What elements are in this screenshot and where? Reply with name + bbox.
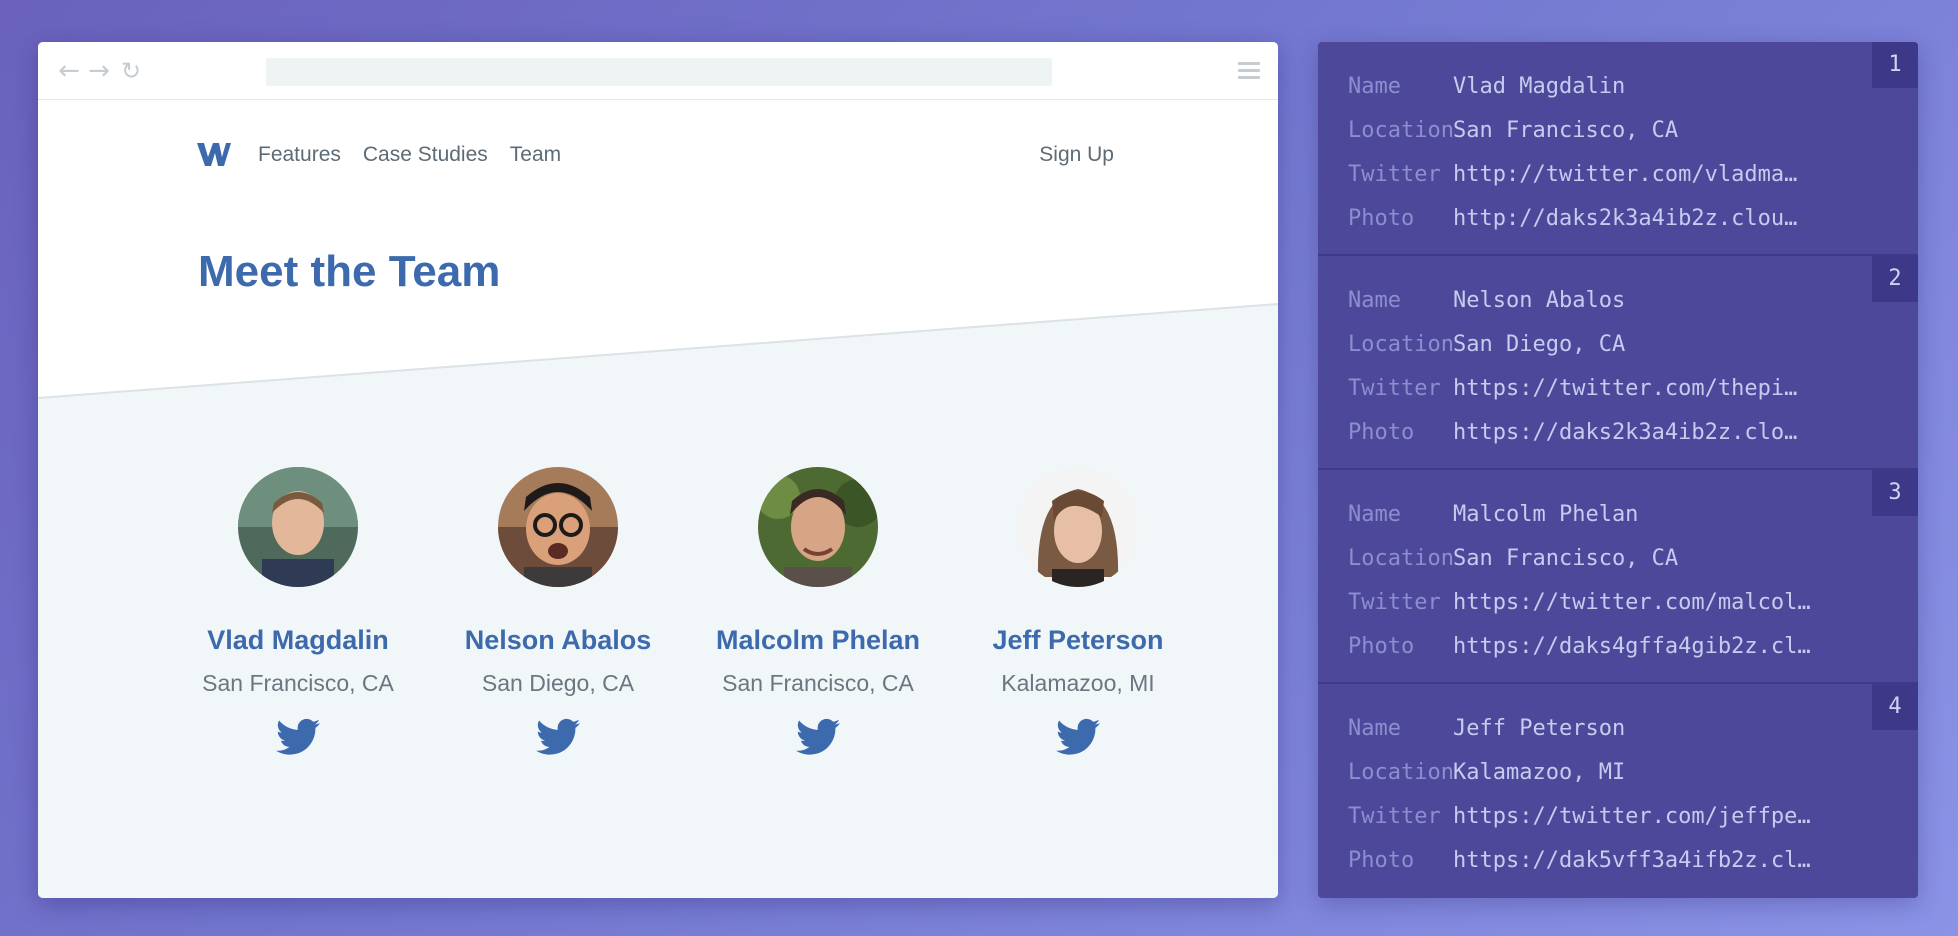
field-value: San Francisco, CA: [1453, 117, 1679, 143]
data-records-panel: 1 Name Vlad Magdalin Location San Franci…: [1318, 42, 1918, 898]
field-value: Nelson Abalos: [1453, 287, 1626, 313]
field-row: Twitter https://twitter.com/jeffpe…: [1318, 794, 1918, 838]
team-member-card: Vlad Magdalin San Francisco, CA: [168, 467, 428, 757]
record-1[interactable]: 1 Name Vlad Magdalin Location San Franci…: [1318, 42, 1918, 256]
member-location: San Francisco, CA: [202, 670, 394, 696]
arrow-left-icon[interactable]: ←: [56, 58, 82, 84]
avatar: [1018, 467, 1138, 587]
field-key: Twitter: [1348, 161, 1441, 187]
field-row: Name Jeff Peterson: [1318, 706, 1918, 750]
field-key: Name: [1348, 287, 1401, 313]
member-location: Kalamazoo, MI: [1001, 670, 1155, 696]
record-number: 3: [1872, 470, 1918, 516]
nav-case-studies[interactable]: Case Studies: [363, 143, 488, 167]
field-value: San Francisco, CA: [1453, 545, 1679, 571]
field-value: Malcolm Phelan: [1453, 501, 1639, 527]
field-value: http://twitter.com/vladma…: [1453, 161, 1798, 187]
avatar: [758, 467, 878, 587]
address-bar[interactable]: [266, 58, 1052, 86]
web-page: Features Case Studies Team Sign Up Meet …: [38, 101, 1278, 898]
field-value: https://dak5vff3a4ifb2z.cl…: [1453, 847, 1811, 873]
field-row: Location San Francisco, CA: [1318, 108, 1918, 152]
field-key: Twitter: [1348, 803, 1441, 829]
field-key: Twitter: [1348, 375, 1441, 401]
record-number: 2: [1872, 256, 1918, 302]
field-key: Name: [1348, 501, 1401, 527]
field-row: Photo https://daks4gffa4gib2z.cl…: [1318, 624, 1918, 668]
hamburger-menu-icon[interactable]: [1238, 62, 1260, 80]
field-value: San Diego, CA: [1453, 331, 1626, 357]
field-row: Twitter http://twitter.com/vladma…: [1318, 152, 1918, 196]
field-value: https://twitter.com/jeffpe…: [1453, 803, 1811, 829]
field-row: Location Kalamazoo, MI: [1318, 750, 1918, 794]
field-row: Twitter https://twitter.com/thepi…: [1318, 366, 1918, 410]
field-row: Location San Diego, CA: [1318, 322, 1918, 366]
nav-features[interactable]: Features: [258, 143, 341, 167]
field-row: Name Nelson Abalos: [1318, 278, 1918, 322]
field-value: Kalamazoo, MI: [1453, 759, 1626, 785]
team-member-card: Jeff Peterson Kalamazoo, MI: [948, 467, 1208, 757]
member-name: Malcolm Phelan: [715, 625, 921, 655]
team-member-card: Malcolm Phelan San Francisco, CA: [688, 467, 948, 757]
member-name: Vlad Magdalin: [207, 625, 389, 655]
avatar: [498, 467, 618, 587]
field-key: Photo: [1348, 633, 1415, 659]
field-row: Name Malcolm Phelan: [1318, 492, 1918, 536]
team-grid: Vlad Magdalin San Francisco, CA Nelson A…: [168, 467, 1208, 757]
field-key: Location: [1348, 117, 1454, 143]
field-row: Name Vlad Magdalin: [1318, 64, 1918, 108]
field-row: Photo https://dak5vff3a4ifb2z.cl…: [1318, 838, 1918, 882]
reload-icon[interactable]: ↻: [118, 58, 144, 84]
record-number: 1: [1872, 42, 1918, 88]
field-value: Vlad Magdalin: [1453, 73, 1626, 99]
browser-window: ← → ↻ Features Case Studies Team Sign Up…: [38, 42, 1278, 898]
record-number: 4: [1872, 684, 1918, 730]
field-key: Location: [1348, 545, 1454, 571]
field-key: Name: [1348, 73, 1401, 99]
field-value: http://daks2k3a4ib2z.clou…: [1453, 205, 1798, 231]
field-key: Name: [1348, 715, 1401, 741]
field-value: https://daks2k3a4ib2z.clo…: [1453, 419, 1798, 445]
twitter-icon[interactable]: [276, 717, 320, 757]
member-name: Jeff Peterson: [992, 625, 1164, 655]
field-key: Location: [1348, 331, 1454, 357]
team-member-card: Nelson Abalos San Diego, CA: [428, 467, 688, 757]
field-key: Photo: [1348, 205, 1415, 231]
field-row: Photo https://daks2k3a4ib2z.clo…: [1318, 410, 1918, 454]
record-2[interactable]: 2 Name Nelson Abalos Location San Diego,…: [1318, 256, 1918, 470]
sign-up-link[interactable]: Sign Up: [1039, 143, 1114, 167]
field-key: Twitter: [1348, 589, 1441, 615]
twitter-icon[interactable]: [1056, 717, 1100, 757]
field-value: https://twitter.com/thepi…: [1453, 375, 1798, 401]
twitter-icon[interactable]: [536, 717, 580, 757]
member-location: San Diego, CA: [481, 670, 635, 696]
twitter-icon[interactable]: [796, 717, 840, 757]
field-row: Twitter https://twitter.com/malcol…: [1318, 580, 1918, 624]
field-key: Photo: [1348, 419, 1415, 445]
field-value: https://twitter.com/malcol…: [1453, 589, 1811, 615]
field-row: Photo http://daks2k3a4ib2z.clou…: [1318, 196, 1918, 240]
field-key: Photo: [1348, 847, 1415, 873]
member-name: Nelson Abalos: [464, 625, 652, 655]
record-3[interactable]: 3 Name Malcolm Phelan Location San Franc…: [1318, 470, 1918, 684]
avatar: [238, 467, 358, 587]
record-4[interactable]: 4 Name Jeff Peterson Location Kalamazoo,…: [1318, 684, 1918, 898]
webflow-logo-icon[interactable]: [196, 139, 232, 169]
browser-toolbar: ← → ↻: [38, 42, 1278, 100]
field-value: https://daks4gffa4gib2z.cl…: [1453, 633, 1811, 659]
field-value: Jeff Peterson: [1453, 715, 1626, 741]
main-nav: Features Case Studies Team: [258, 143, 583, 167]
field-key: Location: [1348, 759, 1454, 785]
arrow-right-icon[interactable]: →: [86, 58, 112, 84]
field-row: Location San Francisco, CA: [1318, 536, 1918, 580]
page-title: Meet the Team: [198, 247, 501, 296]
nav-team[interactable]: Team: [510, 143, 561, 167]
member-location: San Francisco, CA: [722, 670, 914, 696]
